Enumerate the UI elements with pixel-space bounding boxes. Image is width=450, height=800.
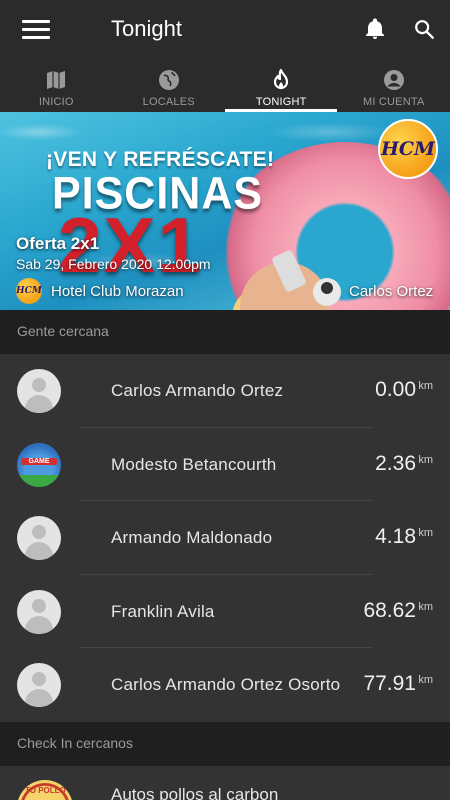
avatar bbox=[17, 589, 61, 634]
globe-icon bbox=[158, 70, 179, 90]
account-icon bbox=[383, 70, 404, 90]
tab-inicio[interactable]: INICIO bbox=[0, 60, 113, 112]
venue-logo: HCM bbox=[16, 278, 42, 304]
avatar bbox=[17, 516, 61, 561]
app-bar: Tonight bbox=[0, 0, 450, 60]
distance-unit: km bbox=[418, 527, 433, 540]
tab-mi-cuenta[interactable]: MI CUENTA bbox=[338, 60, 450, 112]
offer-title: Oferta 2x1 bbox=[16, 234, 100, 253]
person-distance: 2.36 bbox=[375, 451, 416, 475]
section-header-nearby-checkins: Check In cercanos bbox=[0, 722, 450, 766]
person-distance: 0.00 bbox=[375, 378, 416, 401]
distance-unit: km bbox=[418, 380, 433, 392]
place-name: Autos pollos al carbon bbox=[111, 785, 279, 800]
bell-icon[interactable] bbox=[363, 17, 387, 41]
host-name[interactable]: Carlos Ortez bbox=[349, 283, 433, 300]
person-name: Armando Maldonado bbox=[111, 528, 273, 548]
list-item[interactable]: Carlos Armando Ortez Osorto 77.91 km bbox=[0, 648, 450, 722]
tab-label: MI CUENTA bbox=[363, 96, 425, 108]
tab-tonight[interactable]: TONIGHT bbox=[225, 60, 338, 112]
tab-locales[interactable]: LOCALES bbox=[113, 60, 226, 112]
tab-bar: INICIO LOCALES TONIGHT MI CUENTA bbox=[0, 60, 450, 112]
tab-label: LOCALES bbox=[142, 96, 195, 108]
distance-unit: km bbox=[418, 674, 433, 687]
tab-label: TONIGHT bbox=[255, 96, 307, 108]
person-distance: 77.91 bbox=[363, 672, 416, 696]
distance-unit: km bbox=[418, 453, 433, 466]
person-distance: 68.62 bbox=[363, 598, 416, 622]
person-name: Carlos Armando Ortez Osorto bbox=[111, 675, 341, 695]
nearby-checkins-list: TO POLLO Autos pollos al carbon bbox=[0, 766, 450, 800]
map-icon bbox=[47, 71, 66, 89]
person-name: Franklin Avila bbox=[111, 601, 215, 621]
list-item[interactable]: Armando Maldonado 4.18 km bbox=[0, 501, 450, 575]
place-logo: TO POLLO bbox=[17, 780, 73, 800]
list-item[interactable]: Carlos Armando Ortez 0.00 km bbox=[0, 354, 450, 428]
person-name: Modesto Betancourth bbox=[111, 454, 277, 474]
flame-icon bbox=[274, 68, 289, 90]
avatar: GAME bbox=[17, 442, 61, 487]
page-title: Tonight bbox=[111, 16, 182, 41]
person-distance: 4.18 bbox=[375, 525, 416, 549]
section-title: Gente cercana bbox=[17, 323, 109, 339]
section-header-nearby-people: Gente cercana bbox=[0, 310, 450, 354]
host-avatar[interactable] bbox=[313, 278, 341, 306]
hotel-logo: HCM bbox=[378, 119, 438, 179]
distance-unit: km bbox=[418, 600, 433, 613]
avatar bbox=[17, 663, 61, 708]
search-icon[interactable] bbox=[413, 18, 435, 40]
list-item[interactable]: Franklin Avila 68.62 km bbox=[0, 575, 450, 649]
venue-name[interactable]: Hotel Club Morazan bbox=[51, 283, 184, 300]
section-title: Check In cercanos bbox=[17, 735, 133, 751]
list-item[interactable]: GAME Modesto Betancourth 2.36 km bbox=[0, 428, 450, 502]
nearby-people-list: Carlos Armando Ortez 0.00 km GAME Modest… bbox=[0, 354, 450, 722]
avatar bbox=[17, 369, 61, 413]
tab-label: INICIO bbox=[38, 96, 74, 108]
person-name: Carlos Armando Ortez bbox=[111, 381, 284, 400]
offer-date: Sab 29, Febrero 2020 12:00pm bbox=[16, 256, 211, 272]
menu-icon[interactable] bbox=[22, 20, 50, 40]
